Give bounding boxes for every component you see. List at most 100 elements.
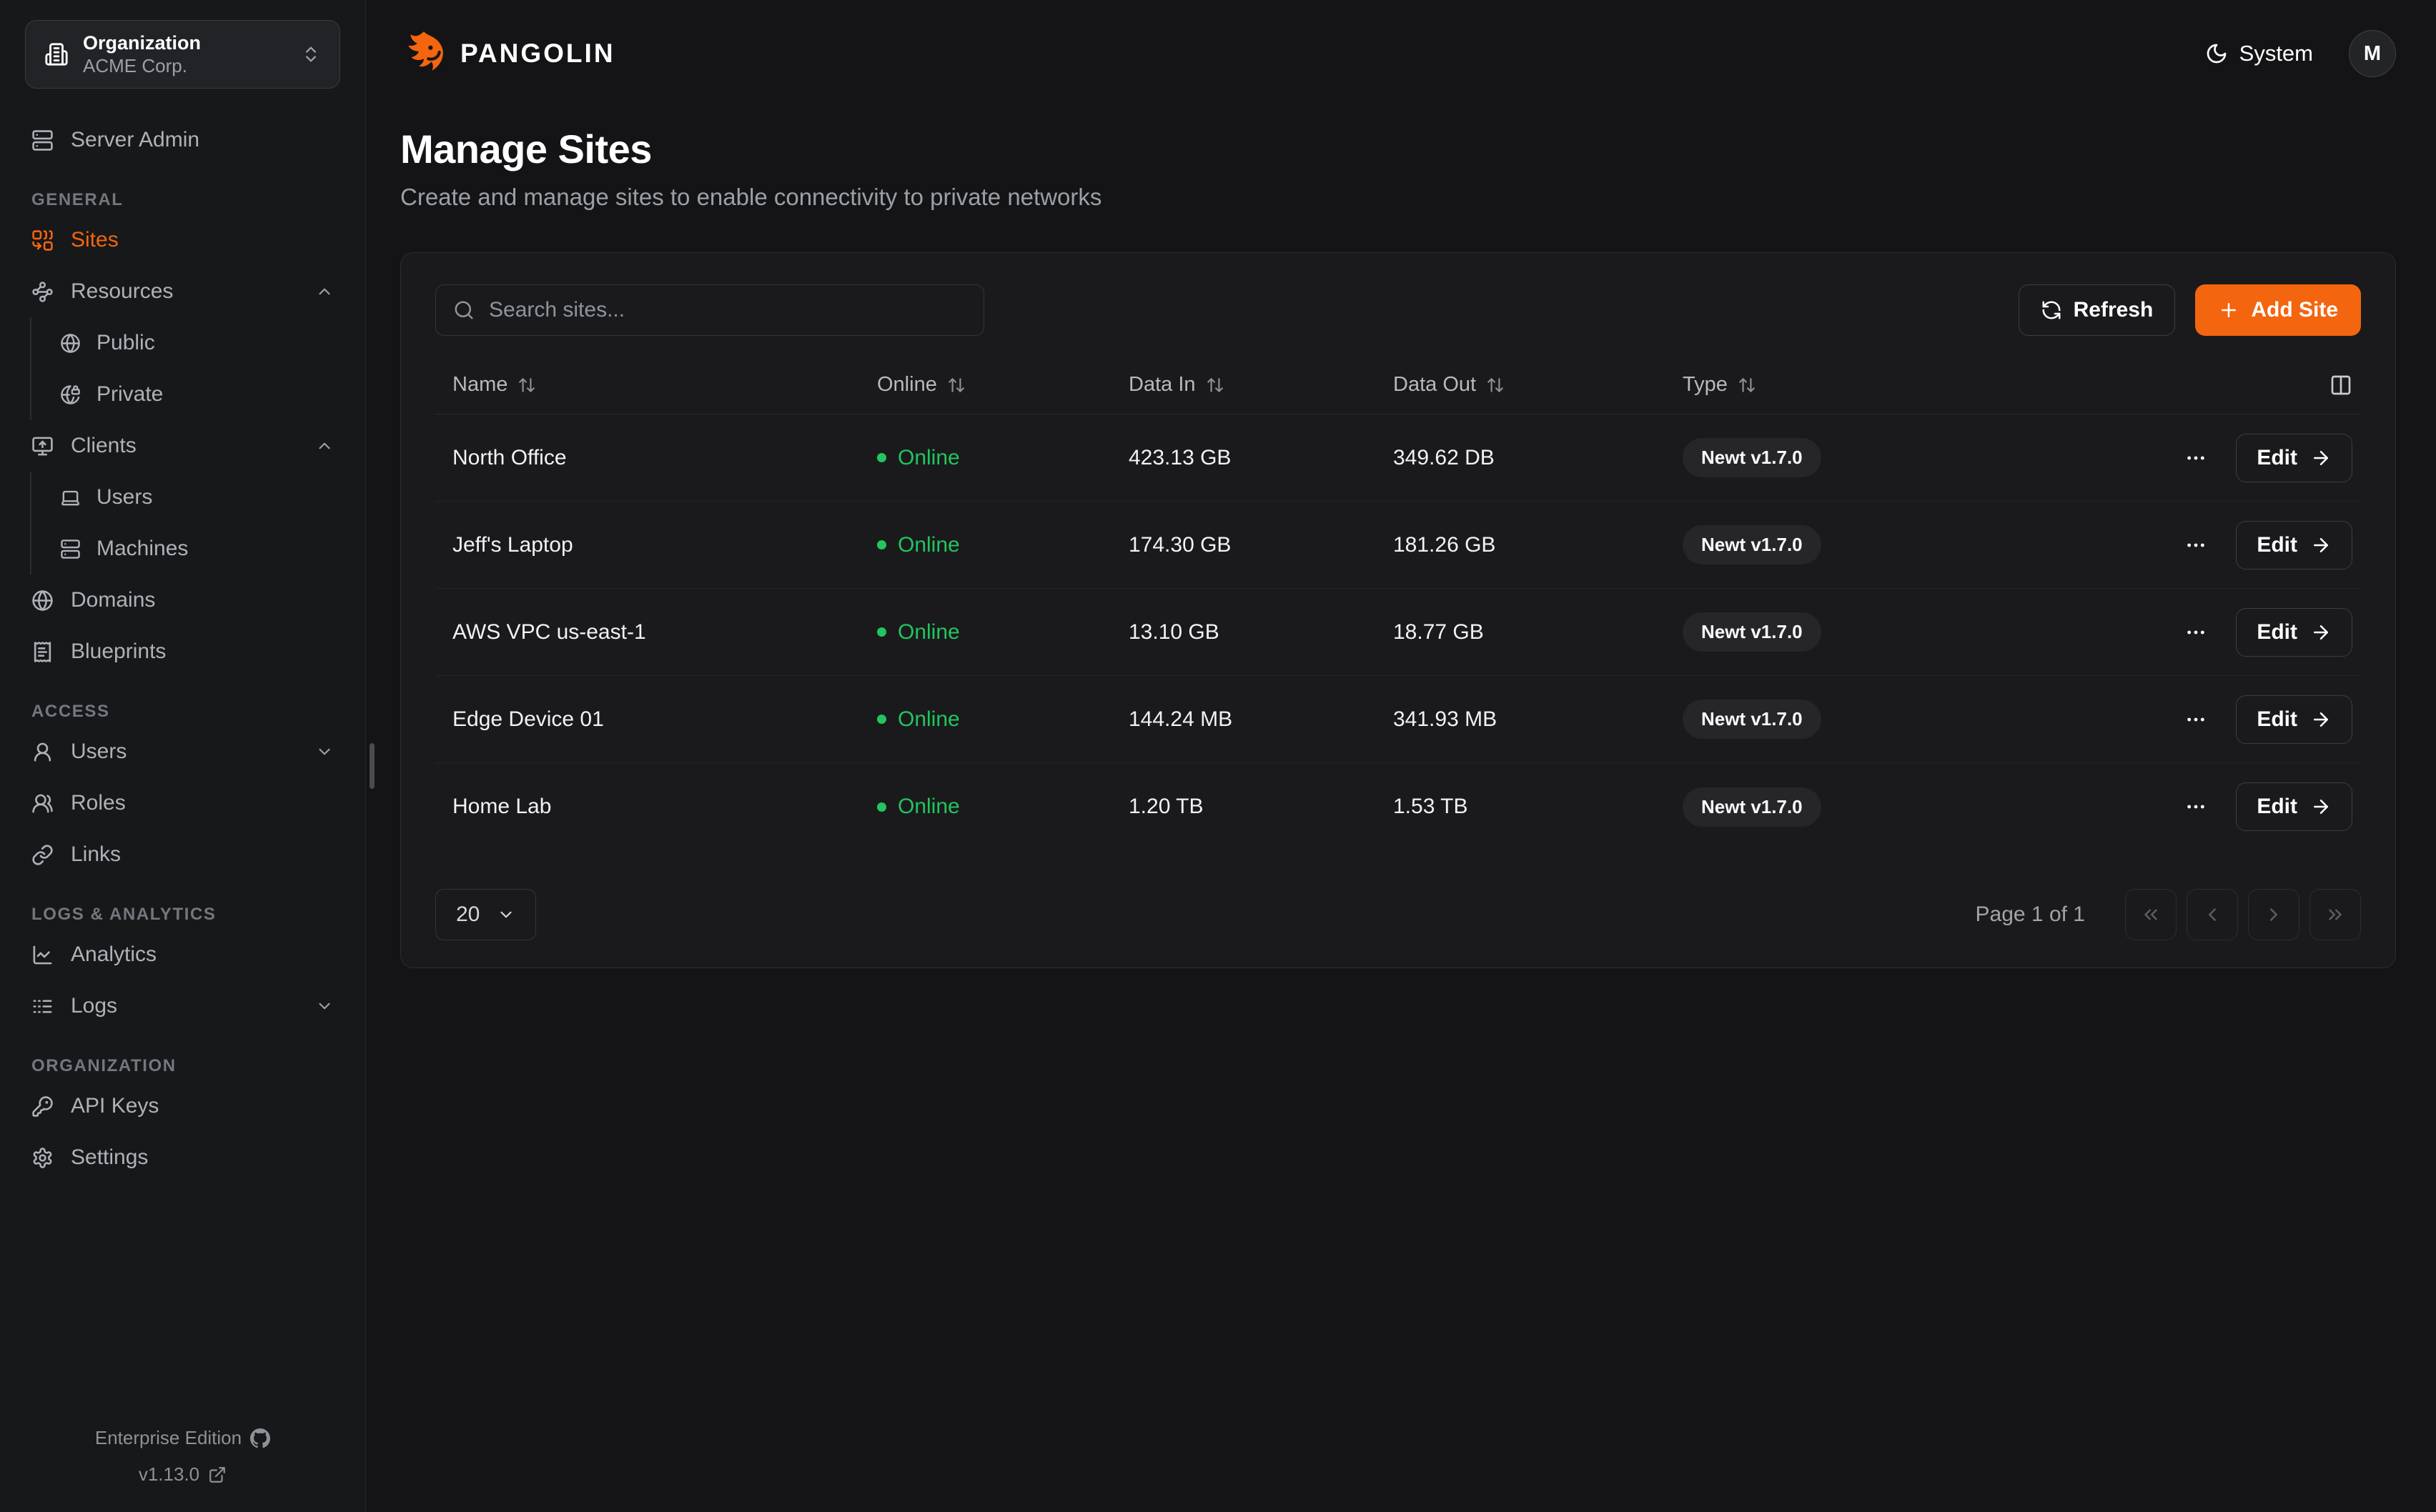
- edit-site-button[interactable]: Edit: [2236, 434, 2352, 482]
- search-input[interactable]: [487, 297, 966, 323]
- page-label: Page 1 of 1: [1976, 902, 2085, 927]
- sidebar-item-label: Machines: [96, 537, 188, 561]
- previous-page-button[interactable]: [2187, 889, 2238, 940]
- site-type-cell: Newt v1.7.0: [1683, 700, 2046, 739]
- sites-table: Name Online Data In Data Out Type: [435, 356, 2361, 940]
- edit-site-button[interactable]: Edit: [2236, 695, 2352, 744]
- org-switcher-label: Organization: [83, 31, 201, 54]
- edit-site-button[interactable]: Edit: [2236, 521, 2352, 570]
- online-label: Online: [898, 620, 960, 645]
- sidebar-item-client-users[interactable]: Users: [31, 472, 348, 523]
- column-header-name[interactable]: Name: [435, 373, 864, 397]
- add-site-label: Add Site: [2251, 298, 2338, 322]
- arrow-right-icon: [2310, 796, 2332, 817]
- refresh-button[interactable]: Refresh: [2019, 284, 2176, 336]
- sidebar-item-analytics[interactable]: Analytics: [17, 929, 348, 980]
- sidebar-item-label: Clients: [71, 434, 137, 458]
- sidebar-item-blueprints[interactable]: Blueprints: [17, 626, 348, 677]
- site-type-badge: Newt v1.7.0: [1683, 612, 1821, 652]
- column-label: Online: [877, 373, 937, 397]
- sidebar-item-domains[interactable]: Domains: [17, 575, 348, 626]
- site-name: Edge Device 01: [435, 707, 864, 732]
- sidebar-item-api-keys[interactable]: API Keys: [17, 1080, 348, 1132]
- next-page-button[interactable]: [2248, 889, 2299, 940]
- online-label: Online: [898, 446, 960, 470]
- column-label: Data Out: [1393, 373, 1476, 397]
- link-icon: [31, 844, 54, 866]
- sidebar-item-settings[interactable]: Settings: [17, 1132, 348, 1183]
- version-link[interactable]: v1.13.0: [134, 1463, 231, 1486]
- sidebar-item-resources[interactable]: Resources: [17, 266, 348, 317]
- pangolin-logo-icon: [400, 30, 447, 77]
- sidebar-item-roles[interactable]: Roles: [17, 777, 348, 829]
- site-name: Home Lab: [435, 795, 864, 819]
- row-menu-button[interactable]: [2180, 704, 2212, 735]
- column-visibility-button[interactable]: [2329, 374, 2352, 397]
- theme-label: System: [2239, 41, 2313, 66]
- sidebar-item-logs[interactable]: Logs: [17, 980, 348, 1032]
- last-page-button[interactable]: [2309, 889, 2361, 940]
- chevrons-up-down-icon: [301, 44, 321, 64]
- sidebar-item-sites[interactable]: Sites: [17, 214, 348, 266]
- column-header-type[interactable]: Type: [1683, 373, 2046, 397]
- row-menu-button[interactable]: [2180, 442, 2212, 474]
- row-actions: Edit: [2046, 434, 2361, 482]
- sidebar-section-access: ACCESS: [17, 702, 348, 722]
- sidebar-item-machines[interactable]: Machines: [31, 523, 348, 575]
- sidebar-item-links[interactable]: Links: [17, 829, 348, 880]
- theme-toggle-button[interactable]: System: [2201, 40, 2317, 67]
- resources-sub-list: Public Private: [30, 317, 348, 420]
- chevron-up-icon: [315, 282, 334, 301]
- site-name: Jeff's Laptop: [435, 533, 864, 557]
- refresh-label: Refresh: [2074, 298, 2154, 322]
- site-status: Online: [864, 707, 1129, 732]
- online-dot-icon: [877, 715, 886, 724]
- org-switcher-value: ACME Corp.: [83, 55, 201, 77]
- columns-icon: [2329, 374, 2352, 397]
- sidebar-item-public[interactable]: Public: [31, 317, 348, 369]
- edit-site-button[interactable]: Edit: [2236, 608, 2352, 657]
- site-status: Online: [864, 620, 1129, 645]
- user-avatar[interactable]: M: [2349, 30, 2396, 77]
- sidebar-scrollbar-thumb[interactable]: [370, 743, 375, 789]
- row-menu-button[interactable]: [2180, 617, 2212, 648]
- page-size-select[interactable]: 20: [435, 889, 536, 940]
- column-header-online[interactable]: Online: [864, 373, 1129, 397]
- chart-line-icon: [31, 944, 54, 966]
- globe-icon: [31, 590, 54, 612]
- main-content: PANGOLIN System M Manage Sites Create an…: [366, 0, 2436, 1512]
- row-menu-button[interactable]: [2180, 791, 2212, 822]
- org-switcher[interactable]: Organization ACME Corp.: [25, 20, 340, 89]
- search-box: [435, 284, 984, 336]
- edit-site-button[interactable]: Edit: [2236, 782, 2352, 831]
- ellipsis-icon: [2184, 447, 2207, 469]
- clients-sub-list: Users Machines: [30, 472, 348, 575]
- table-body: North Office Online 423.13 GB 349.62 DB …: [435, 414, 2361, 850]
- sidebar-item-label: Public: [96, 331, 155, 355]
- ellipsis-icon: [2184, 534, 2207, 557]
- first-page-button[interactable]: [2125, 889, 2177, 940]
- chevron-down-icon: [315, 997, 334, 1015]
- sort-icon: [1486, 376, 1505, 394]
- sidebar-item-server-admin[interactable]: Server Admin: [17, 114, 348, 166]
- add-site-button[interactable]: Add Site: [2195, 284, 2361, 336]
- site-type-cell: Newt v1.7.0: [1683, 612, 2046, 652]
- sidebar-item-label: API Keys: [71, 1094, 159, 1118]
- site-type-badge: Newt v1.7.0: [1683, 700, 1821, 739]
- column-header-data-in[interactable]: Data In: [1129, 373, 1393, 397]
- sidebar-item-label: Settings: [71, 1145, 148, 1170]
- sidebar-item-clients[interactable]: Clients: [17, 420, 348, 472]
- row-menu-button[interactable]: [2180, 529, 2212, 561]
- site-type-cell: Newt v1.7.0: [1683, 525, 2046, 564]
- edit-label: Edit: [2257, 620, 2297, 645]
- ellipsis-icon: [2184, 621, 2207, 644]
- online-dot-icon: [877, 540, 886, 549]
- sidebar-item-private[interactable]: Private: [31, 369, 348, 420]
- key-icon: [31, 1095, 54, 1118]
- edit-label: Edit: [2257, 446, 2297, 470]
- site-data-in: 144.24 MB: [1129, 707, 1393, 732]
- edition-link[interactable]: Enterprise Edition: [91, 1426, 274, 1450]
- row-actions: Edit: [2046, 521, 2361, 570]
- sidebar-item-users[interactable]: Users: [17, 726, 348, 777]
- column-header-data-out[interactable]: Data Out: [1393, 373, 1683, 397]
